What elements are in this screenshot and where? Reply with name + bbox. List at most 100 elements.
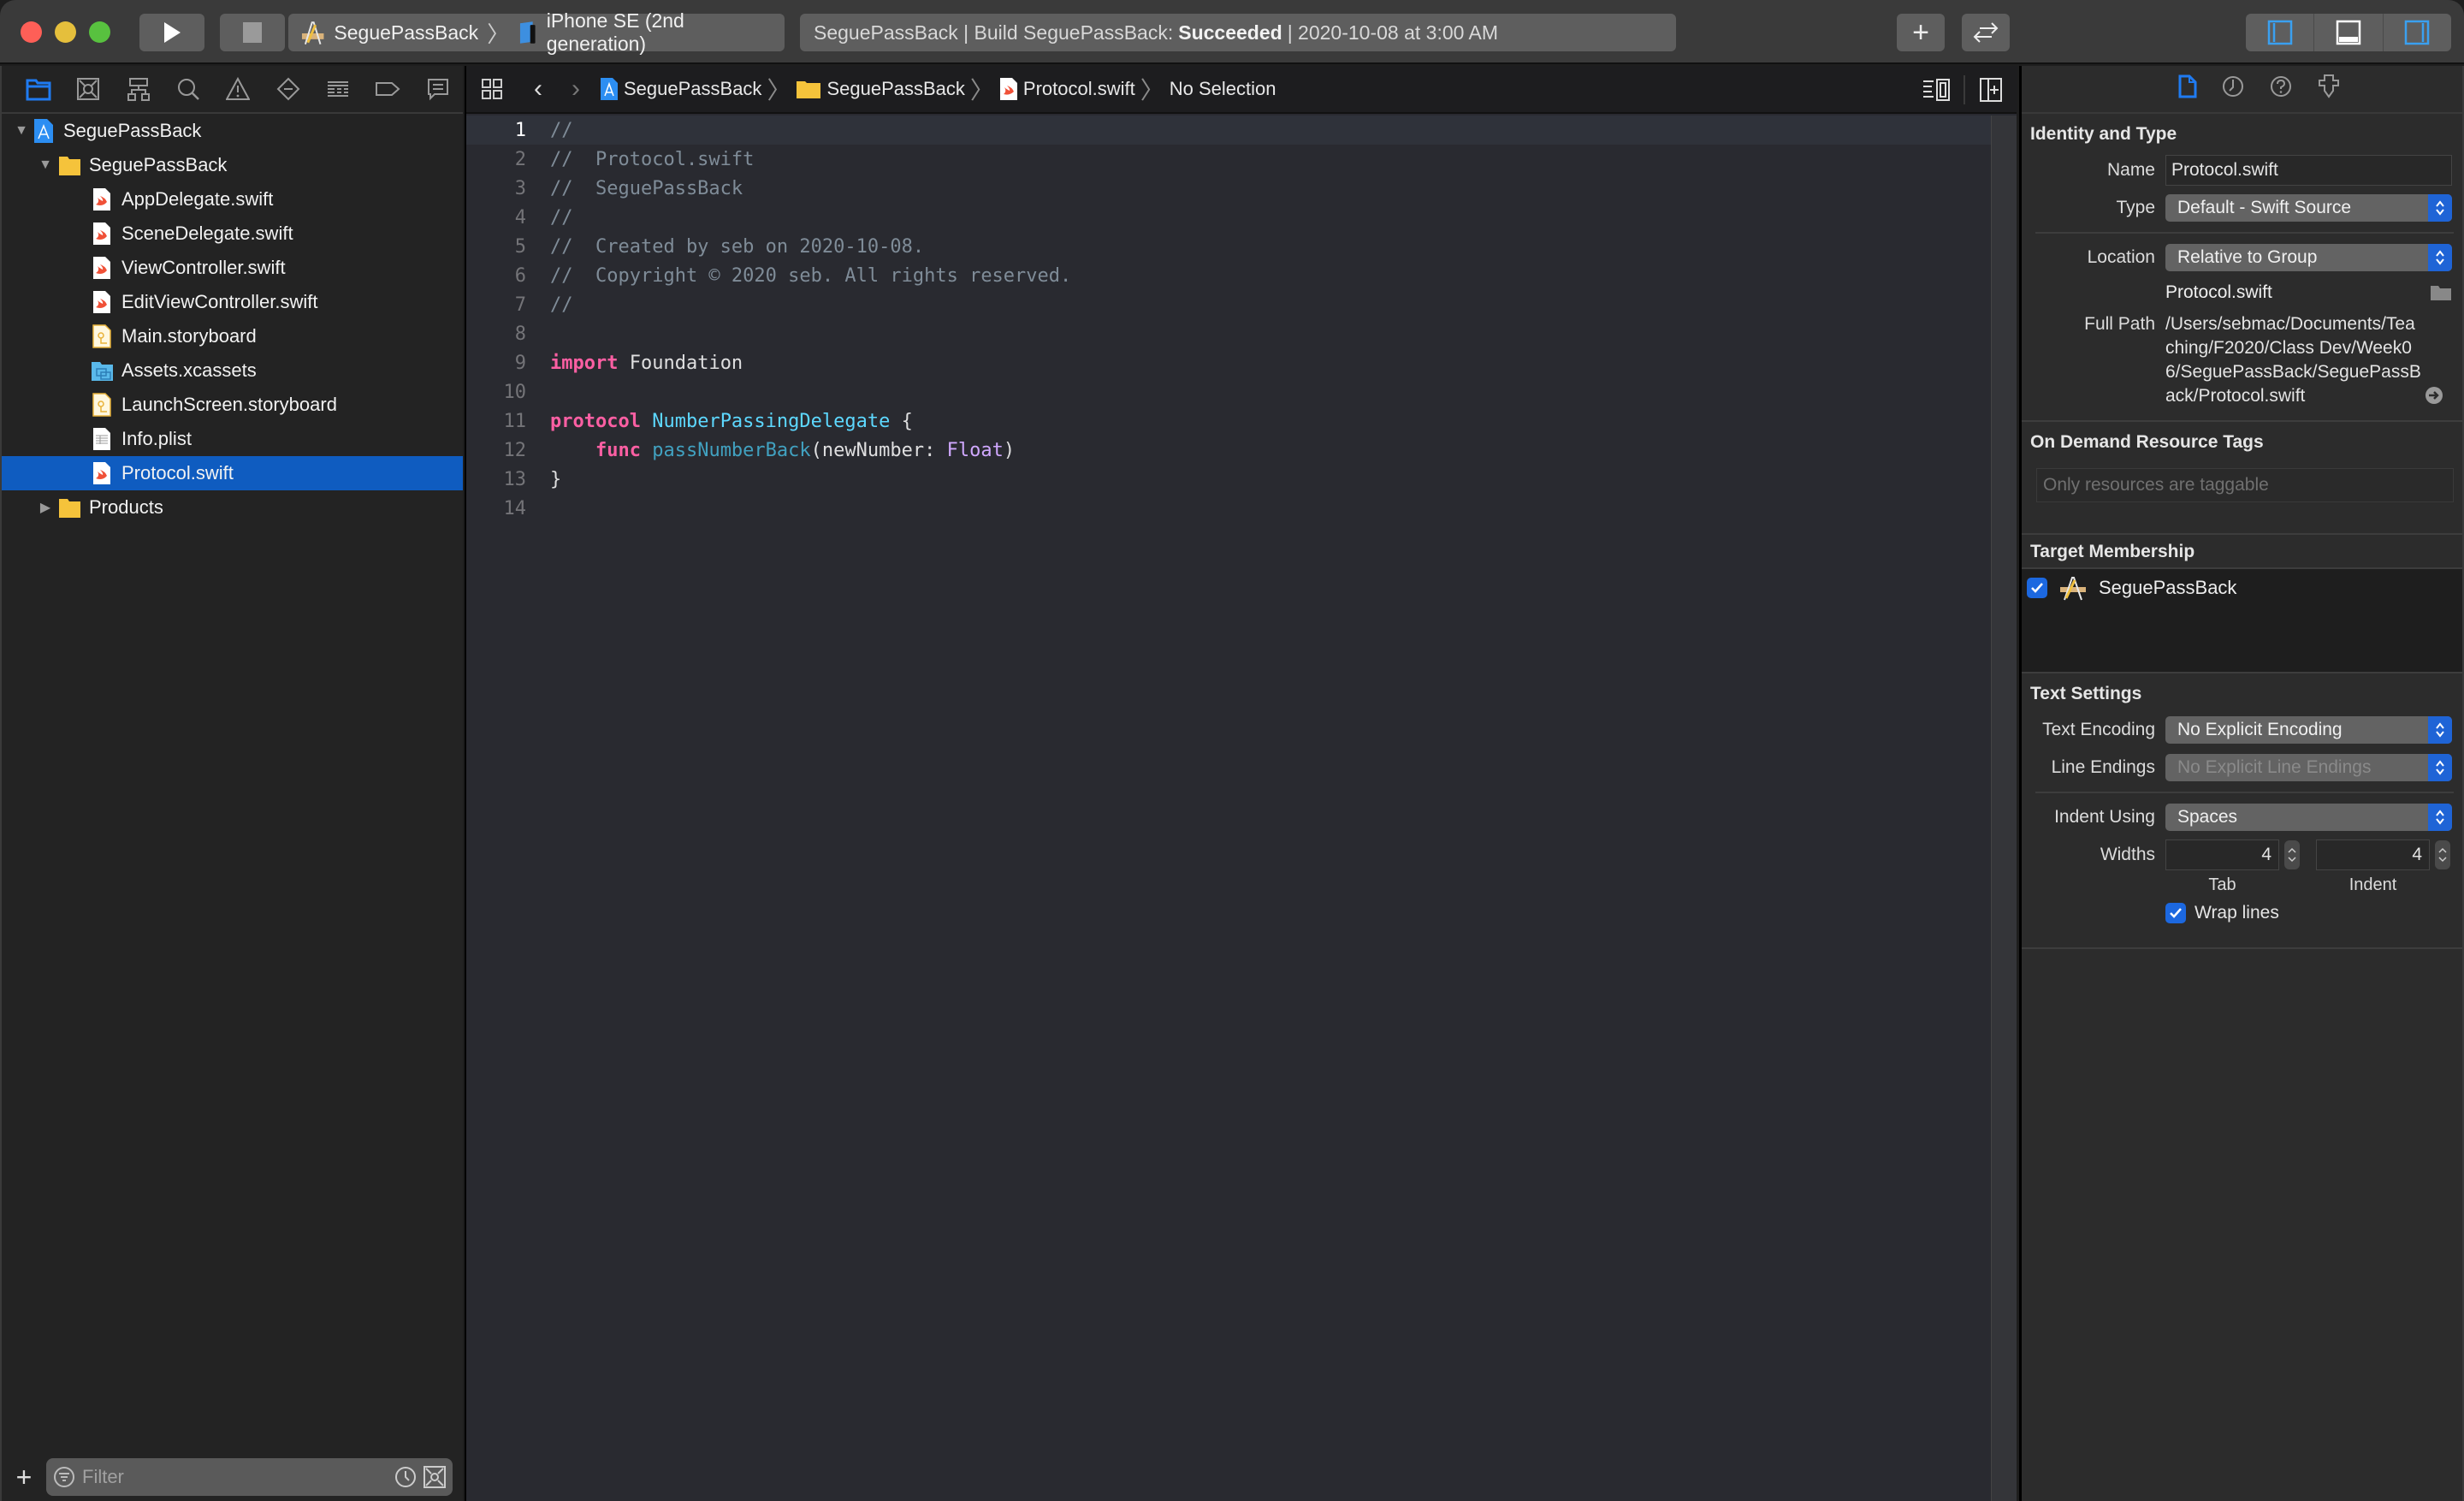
divider [2035,792,2454,793]
tab-width-stepper[interactable] [2284,840,2300,869]
source-control-filter-icon[interactable] [424,1466,446,1488]
file-tree-item[interactable]: ▼ SeguePassBack [2,114,463,148]
type-popup[interactable]: Default - Swift Source [2165,194,2452,222]
toggle-debug-area-button[interactable] [2314,14,2384,51]
line-number: 1 [514,119,526,141]
line-endings-value: No Explicit Line Endings [2177,757,2372,777]
code-line[interactable]: 1 // [466,116,1993,145]
stop-button[interactable] [220,14,285,51]
editor-options-button[interactable] [1912,77,1964,103]
code-line[interactable]: 10 [466,377,1993,406]
scheme-selector[interactable]: SeguePassBack 〉 iPhone SE (2nd generatio… [288,9,785,55]
indent-width-stepper[interactable] [2435,840,2450,869]
code-line[interactable]: 13} [466,465,1993,494]
code-line[interactable]: 12 func passNumberBack(newNumber: Float) [466,436,1993,465]
code-text-area[interactable]: 1 // 2 // Protocol.swift 3 // SeguePassBack 4 /… [466,116,1993,1501]
file-tree-item[interactable]: ▶ Products [2,490,463,525]
navigator-filter-bar: + [2,1453,465,1501]
file-tree-item[interactable]: AppDelegate.swift [2,182,463,217]
code-line[interactable]: 2 // Protocol.swift [466,145,1993,174]
code-text: { [890,410,913,432]
wrap-lines-checkbox[interactable]: Wrap lines [2165,903,2279,923]
toggle-navigator-button[interactable] [2246,14,2315,51]
indent-width-field[interactable]: 4 [2316,839,2430,870]
editor-vertical-scroll-track[interactable] [1991,116,2017,1501]
tab-width-field[interactable]: 4 [2165,839,2279,870]
file-tree-item[interactable]: Assets.xcassets [2,353,463,388]
add-editor-button[interactable] [1965,77,2017,103]
disclosure-collapsed-icon[interactable]: ▶ [38,499,53,516]
run-button[interactable] [139,14,204,51]
file-tree-item[interactable]: EditViewController.swift [2,285,463,319]
add-file-button[interactable]: + [2,1462,46,1493]
code-text: Foundation [618,352,743,374]
file-tree-item[interactable]: Main.storyboard [2,319,463,353]
navigator-tab-find[interactable] [163,70,213,108]
inspector-tab-accessibility[interactable] [2317,74,2341,104]
code-line[interactable]: 5 // Created by seb on 2020-10-08. [466,232,1993,261]
navigator-tab-tests[interactable] [264,70,313,108]
filter-input[interactable] [82,1466,388,1488]
navigator-tab-project[interactable] [14,70,63,108]
location-popup[interactable]: Relative to Group [2165,244,2452,271]
file-tree-item[interactable]: ▼ SeguePassBack [2,148,463,182]
target-checkbox[interactable] [2027,578,2047,598]
inspector-tab-history[interactable] [2221,74,2245,104]
code-line[interactable]: 7 // [466,290,1993,319]
code-line[interactable]: 4 // [466,203,1993,232]
swift-file-icon [93,291,110,313]
jumpbar-file[interactable]: Protocol.swift [999,77,1135,101]
file-tree-item[interactable]: Info.plist [2,422,463,456]
line-endings-popup[interactable]: No Explicit Line Endings [2165,754,2452,781]
inspector-tab-file[interactable] [2178,74,2197,104]
library-button[interactable]: + [1897,14,1945,51]
forward-button[interactable]: › [559,74,593,104]
zoom-window-button[interactable] [89,21,110,43]
build-status: Succeeded [1178,21,1282,44]
reveal-in-finder-icon[interactable] [2425,386,2443,405]
choose-location-folder-icon[interactable] [2430,284,2452,301]
inspector-tab-quick-help[interactable] [2269,74,2293,104]
navigator-tab-breakpoints[interactable] [363,70,412,108]
recent-files-icon[interactable] [394,1466,417,1488]
minimize-window-button[interactable] [55,21,76,43]
navigator-tab-debug[interactable] [313,70,363,108]
filter-field[interactable] [46,1458,453,1496]
navigator-tab-symbols[interactable] [114,70,163,108]
code-comment: // Created by seb on 2020-10-08. [550,235,925,258]
file-tree-item[interactable]: Protocol.swift [2,456,463,490]
updown-chevron-icon [2428,754,2452,781]
name-field[interactable]: Protocol.swift [2165,155,2452,186]
disclosure-expanded-icon[interactable]: ▼ [38,157,53,173]
jumpbar-group[interactable]: SeguePassBack [796,78,965,100]
stop-icon [243,22,262,43]
code-line[interactable]: 3 // SeguePassBack [466,174,1993,203]
target-membership-row[interactable]: SeguePassBack [2022,573,2462,603]
code-content: // Copyright © 2020 seb. All rights rese… [526,265,1071,287]
toggle-inspector-button[interactable] [2384,14,2451,51]
code-line[interactable]: 9 import Foundation [466,348,1993,377]
file-tree-item[interactable]: SceneDelegate.swift [2,217,463,251]
editor-layout-controls [2246,14,2451,51]
related-items-button[interactable] [466,78,518,100]
jumpbar-project[interactable]: SeguePassBack [600,77,761,101]
code-review-button[interactable] [1962,14,2010,51]
code-line[interactable]: 8 [466,319,1993,348]
file-tree-item[interactable]: LaunchScreen.storyboard [2,388,463,422]
close-window-button[interactable] [21,21,42,43]
code-review-icon [1973,22,1999,43]
updown-chevron-icon [2428,716,2452,744]
code-line[interactable]: 14 [466,494,1993,523]
back-button[interactable]: ‹ [518,74,559,104]
type-value: Default - Swift Source [2177,198,2352,217]
jumpbar-symbol[interactable]: No Selection [1170,78,1276,100]
code-line[interactable]: 11 protocol NumberPassingDelegate { [466,406,1993,436]
text-encoding-popup[interactable]: No Explicit Encoding [2165,716,2452,744]
navigator-tab-issues[interactable] [213,70,263,108]
disclosure-expanded-icon[interactable]: ▼ [14,123,29,139]
navigator-tab-reports[interactable] [413,70,463,108]
indent-using-popup[interactable]: Spaces [2165,804,2452,831]
code-line[interactable]: 6 // Copyright © 2020 seb. All rights res… [466,261,1993,290]
file-tree-item[interactable]: ViewController.swift [2,251,463,285]
navigator-tab-source-control[interactable] [63,70,113,108]
